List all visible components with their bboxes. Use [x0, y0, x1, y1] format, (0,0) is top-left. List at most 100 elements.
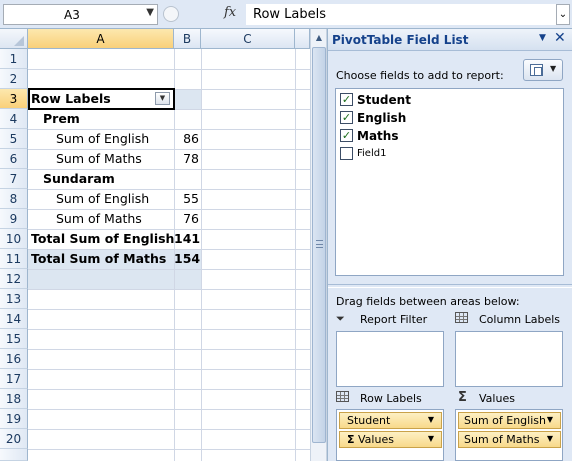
cell-a11[interactable]: Total Sum of Maths [31, 249, 166, 269]
row-header-20[interactable]: 20 [0, 429, 28, 449]
row-header-3[interactable]: 3 [0, 89, 28, 109]
field1-checkbox[interactable] [340, 147, 353, 160]
row-header-2[interactable]: 2 [0, 69, 28, 89]
value-item-maths[interactable]: Sum of Maths ▼ [458, 431, 561, 448]
row-item-values[interactable]: Σ Values ▼ [339, 431, 442, 448]
column-header-c[interactable]: C [201, 29, 295, 49]
gridline [28, 69, 310, 70]
row-header-17[interactable]: 17 [0, 369, 28, 389]
gridline [28, 449, 310, 450]
row-header-14[interactable]: 14 [0, 309, 28, 329]
row-header-6[interactable]: 6 [0, 149, 28, 169]
row-header-4[interactable]: 4 [0, 109, 28, 129]
values-label: Values [479, 392, 515, 405]
cell-a4[interactable]: Prem [43, 109, 80, 129]
field-item-student[interactable]: ✓ Student [340, 91, 540, 109]
column-header-b[interactable]: B [174, 29, 201, 49]
insert-function-button[interactable]: fx [224, 5, 236, 20]
cell-a6[interactable]: Sum of Maths [56, 149, 142, 169]
row-item-student[interactable]: Student ▼ [339, 412, 442, 429]
chevron-down-icon[interactable]: ▼ [547, 415, 553, 424]
cancel-formula-icon[interactable] [163, 6, 179, 22]
row-header-1[interactable]: 1 [0, 49, 28, 69]
layout-icon [530, 64, 543, 76]
maths-checkbox[interactable]: ✓ [340, 129, 353, 142]
row-labels-area[interactable]: Student ▼ Σ Values ▼ [336, 409, 444, 461]
active-cell-border [28, 88, 175, 110]
pill-label: Student [347, 414, 391, 427]
cell-a10[interactable]: Total Sum of English [31, 229, 174, 249]
chevron-down-icon[interactable]: ▼ [146, 7, 154, 18]
english-checkbox[interactable]: ✓ [340, 111, 353, 124]
cell-b11[interactable]: 154 [174, 249, 200, 269]
row-header-12[interactable]: 12 [0, 269, 28, 289]
cell-a9[interactable]: Sum of Maths [56, 209, 142, 229]
row-header-8[interactable]: 8 [0, 189, 28, 209]
sigma-icon: Σ [347, 433, 355, 446]
row-header-16[interactable]: 16 [0, 349, 28, 369]
field-label: Field1 [357, 148, 387, 159]
pill-label: Sum of English [464, 414, 546, 427]
row-header-9[interactable]: 9 [0, 209, 28, 229]
column-labels-label: Column Labels [479, 313, 561, 326]
pill-label: Σ Values [347, 433, 394, 446]
close-icon[interactable]: ✕ [554, 30, 566, 46]
cell-a8[interactable]: Sum of English [56, 189, 149, 209]
row-header-18[interactable]: 18 [0, 389, 28, 409]
cell-b8[interactable]: 55 [174, 189, 199, 209]
row-header-13[interactable]: 13 [0, 289, 28, 309]
gridline [28, 309, 310, 310]
cell-b10[interactable]: 141 [174, 229, 200, 249]
cell-b5[interactable]: 86 [174, 129, 199, 149]
cell-b6[interactable]: 78 [174, 149, 199, 169]
pane-options-icon[interactable]: ▼ [539, 33, 546, 43]
chevron-down-icon[interactable]: ▼ [428, 415, 434, 424]
choose-fields-label: Choose fields to add to report: [336, 69, 504, 82]
pill-label: Sum of Maths [464, 433, 540, 446]
formula-input[interactable]: Row Labels [246, 4, 556, 25]
column-header-d[interactable] [295, 29, 310, 49]
column-labels-area[interactable] [455, 331, 563, 387]
row-header-7[interactable]: 7 [0, 169, 28, 189]
scrollbar-thumb[interactable] [312, 47, 326, 443]
gridline [295, 49, 296, 461]
pane-title: PivotTable Field List [332, 33, 469, 47]
worksheet-grid[interactable]: A B C 1 2 3 4 5 6 7 8 9 10 11 12 13 14 1… [0, 29, 310, 461]
name-box[interactable]: A3 ▼ [3, 4, 158, 25]
value-item-english[interactable]: Sum of English ▼ [458, 412, 561, 429]
chevron-down-icon[interactable]: ▼ [547, 434, 553, 443]
column-header-a[interactable]: A [28, 29, 174, 49]
cell-b9[interactable]: 76 [174, 209, 199, 229]
gridline [28, 389, 310, 390]
chevron-down-icon: ▼ [550, 64, 557, 73]
row-header-11[interactable]: 11 [0, 249, 28, 269]
chevron-down-icon[interactable]: ▼ [428, 434, 434, 443]
drag-fields-label: Drag fields between areas below: [336, 295, 520, 308]
vertical-scrollbar[interactable]: ▲ [310, 29, 327, 461]
scroll-up-icon[interactable]: ▲ [312, 31, 326, 45]
cell-a7[interactable]: Sundaram [43, 169, 115, 189]
expand-formula-bar-button[interactable]: ⌄ [556, 4, 570, 25]
report-filter-area[interactable] [336, 331, 444, 387]
values-area[interactable]: Sum of English ▼ Sum of Maths ▼ [455, 409, 563, 461]
cell-a5[interactable]: Sum of English [56, 129, 149, 149]
values-pill-text: Values [358, 433, 394, 446]
field-item-english[interactable]: ✓ English [340, 109, 540, 127]
pivot-field-list-pane: PivotTable Field List ▼ ✕ Choose fields … [327, 29, 572, 461]
field-item-field1[interactable]: Field1 [340, 145, 540, 163]
row-header-21[interactable] [0, 449, 28, 461]
field-item-maths[interactable]: ✓ Maths [340, 127, 540, 145]
gridline [28, 409, 310, 410]
row-header-5[interactable]: 5 [0, 129, 28, 149]
field-list-layout-button[interactable]: ▼ [523, 59, 563, 81]
select-all-button[interactable] [0, 29, 28, 49]
row-header-10[interactable]: 10 [0, 229, 28, 249]
row-header-19[interactable]: 19 [0, 409, 28, 429]
row-header-15[interactable]: 15 [0, 329, 28, 349]
gridline [28, 269, 310, 270]
row-labels-filter-button[interactable]: ▼ [155, 92, 170, 105]
grip-icon [316, 240, 323, 248]
student-checkbox[interactable]: ✓ [340, 93, 353, 106]
field-list: ✓ Student ✓ English ✓ Maths Field1 [335, 88, 564, 276]
pane-splitter[interactable] [328, 284, 572, 288]
